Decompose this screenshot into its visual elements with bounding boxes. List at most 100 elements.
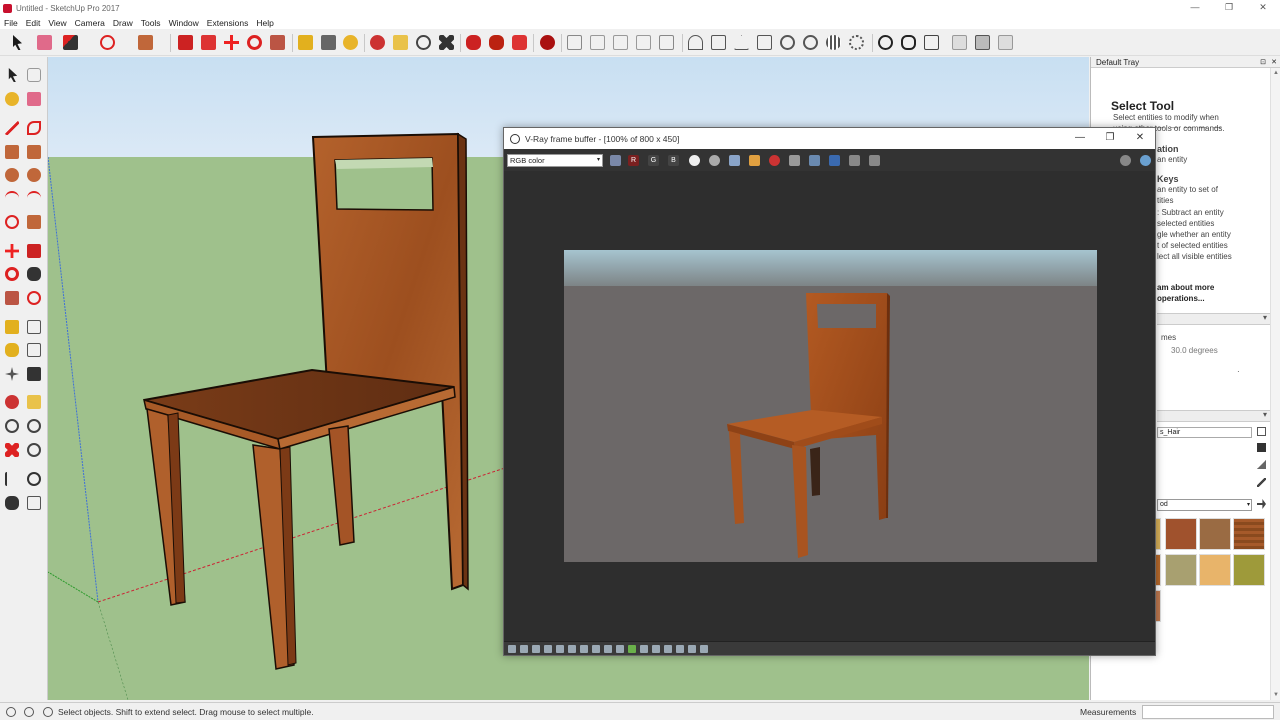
learn-more-link-2[interactable]: operations... [1157, 294, 1205, 303]
blue-channel-button[interactable]: B [668, 155, 679, 166]
protractor-icon[interactable] [5, 343, 19, 357]
entity-info-header[interactable]: ▾ [1157, 313, 1271, 325]
two-point-arc-icon[interactable] [27, 191, 41, 205]
extension-warehouse-icon[interactable] [512, 35, 527, 50]
link-to-vfb-icon[interactable] [849, 155, 860, 166]
save-channel-icon[interactable] [610, 155, 621, 166]
eraser-tool-icon[interactable] [37, 35, 52, 50]
tape-measure-icon[interactable] [5, 320, 19, 334]
material-category-select[interactable]: od ▾ [1157, 499, 1252, 511]
render-image[interactable] [564, 250, 1097, 562]
three-point-arc-icon[interactable] [5, 215, 19, 229]
iso-view-icon[interactable] [688, 35, 703, 50]
default-material-icon[interactable] [1257, 460, 1266, 469]
right-view-icon[interactable] [757, 35, 772, 50]
menu-extensions[interactable]: Extensions [207, 18, 249, 28]
pie-tool-icon[interactable] [27, 215, 41, 229]
menu-view[interactable]: View [48, 18, 66, 28]
push-pull-tool-icon[interactable] [27, 244, 41, 258]
mono-mode-icon[interactable] [709, 155, 720, 166]
walk-icon[interactable] [5, 496, 19, 510]
history-icon[interactable] [508, 645, 516, 653]
position-camera-icon[interactable] [5, 472, 19, 486]
follow-me-tool-icon[interactable] [27, 267, 41, 281]
vray-interactive-icon[interactable] [901, 35, 916, 50]
minimize-button[interactable]: — [1178, 0, 1212, 16]
hsv-icon[interactable] [616, 645, 624, 653]
vray-camera-icon[interactable] [975, 35, 990, 50]
grid-icon[interactable] [826, 35, 841, 50]
freehand-tool-icon[interactable] [27, 121, 41, 135]
measurements-input[interactable] [1142, 705, 1274, 719]
vray-lock-icon[interactable] [998, 35, 1013, 50]
vray-render-icon[interactable] [878, 35, 893, 50]
smoove-icon[interactable] [613, 35, 628, 50]
paint-bucket-icon[interactable] [5, 92, 19, 106]
srgb-icon[interactable] [532, 645, 540, 653]
balance-icon[interactable] [604, 645, 612, 653]
zoom-icon[interactable] [5, 419, 19, 433]
region-render-icon[interactable] [829, 155, 840, 166]
rotate-tool-icon[interactable] [5, 267, 19, 281]
details-arrow-icon[interactable] [1257, 499, 1266, 509]
section-plane-icon[interactable] [27, 496, 41, 510]
move-tool-icon[interactable] [5, 244, 19, 258]
credits-icon[interactable] [24, 707, 34, 717]
shadows-icon[interactable] [780, 35, 795, 50]
stamp-icon[interactable] [636, 35, 651, 50]
learn-more-link-1[interactable]: am about more [1157, 283, 1214, 292]
make-component-icon[interactable] [27, 68, 41, 82]
orbit-icon[interactable] [370, 35, 385, 50]
red-channel-button[interactable]: R [628, 155, 639, 166]
start-render-icon[interactable] [1140, 155, 1151, 166]
vfb-maximize-button[interactable]: ❐ [1095, 128, 1125, 149]
color-correction-icon[interactable] [520, 645, 528, 653]
copy-to-history-icon[interactable] [809, 155, 820, 166]
exposure-icon[interactable] [568, 645, 576, 653]
pin-icon[interactable]: ⊡ [1260, 57, 1266, 68]
scale-tool-icon[interactable] [270, 35, 285, 50]
menu-camera[interactable]: Camera [75, 18, 105, 28]
follow-me-tool-icon[interactable] [201, 35, 216, 50]
lut-icon[interactable] [544, 645, 552, 653]
tray-scrollbar[interactable]: ▲ ▼ [1270, 68, 1280, 700]
share-model-icon[interactable] [489, 35, 504, 50]
maximize-button[interactable]: ❐ [1212, 0, 1246, 16]
horizontal-compare-icon[interactable] [700, 645, 708, 653]
menu-draw[interactable]: Draw [113, 18, 133, 28]
material-name-field[interactable]: s_Hair [1157, 427, 1252, 438]
material-swatch-4[interactable] [1233, 518, 1265, 550]
track-mouse-icon[interactable] [789, 155, 800, 166]
ocio-icon[interactable] [556, 645, 564, 653]
polygon-tool-icon[interactable] [27, 168, 41, 182]
settings-icon[interactable] [849, 35, 864, 50]
vfb-close-button[interactable]: ✕ [1125, 128, 1155, 149]
lens-effects-icon[interactable] [640, 645, 648, 653]
text-tool-icon[interactable] [27, 343, 41, 357]
top-view-icon[interactable] [711, 35, 726, 50]
alpha-channel-icon[interactable] [689, 155, 700, 166]
compare-icon[interactable] [676, 645, 684, 653]
zoom-window-icon[interactable] [27, 419, 41, 433]
drape-icon[interactable] [659, 35, 674, 50]
stop-render-icon[interactable] [869, 155, 880, 166]
menu-tools[interactable]: Tools [141, 18, 161, 28]
material-swatch-7[interactable] [1199, 554, 1231, 586]
user-account-icon[interactable] [43, 707, 53, 717]
vfb-minimize-button[interactable]: — [1065, 128, 1095, 149]
sandbox-from-contours-icon[interactable] [567, 35, 582, 50]
rectangle-tool-icon[interactable] [5, 145, 19, 159]
vertical-compare-icon[interactable] [688, 645, 696, 653]
curves-icon[interactable] [592, 645, 600, 653]
material-swatch-8[interactable] [1233, 554, 1265, 586]
fog-icon[interactable] [803, 35, 818, 50]
orbit-icon[interactable] [5, 395, 19, 409]
look-around-icon[interactable] [27, 472, 41, 486]
vray-frame-buffer-icon[interactable] [952, 35, 967, 50]
circle-tool-icon[interactable] [5, 168, 19, 182]
front-view-icon[interactable] [734, 35, 749, 50]
dimension-tool-icon[interactable] [27, 320, 41, 334]
menu-edit[interactable]: Edit [26, 18, 41, 28]
close-button[interactable]: ✕ [1246, 0, 1280, 16]
material-swatch-3[interactable] [1199, 518, 1231, 550]
